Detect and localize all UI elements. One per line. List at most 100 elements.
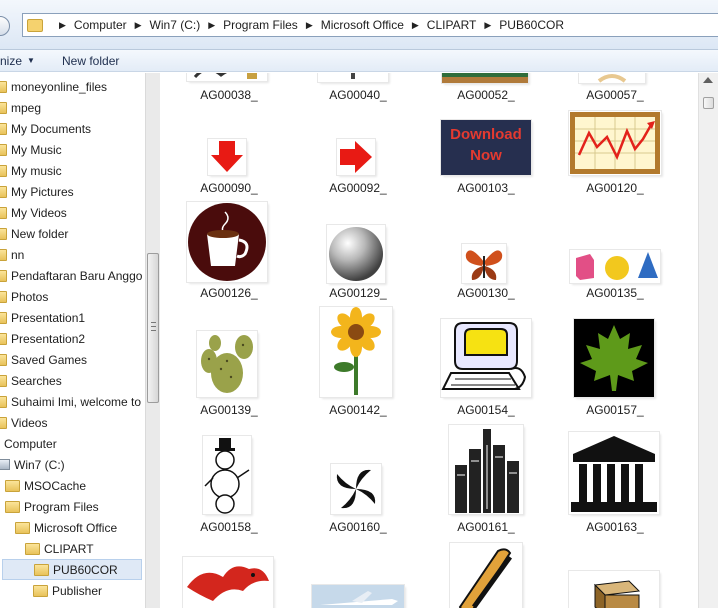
organize-button[interactable]: nize ▼ <box>0 50 35 71</box>
crumb-drive[interactable]: ▶ Win7 (C:) <box>127 14 201 36</box>
sidebar-item-my-pictures[interactable]: My Pictures <box>0 181 74 202</box>
sidebar-item-saved-games[interactable]: Saved Games <box>0 349 87 370</box>
folder-icon <box>0 101 7 114</box>
line-chart-board-icon <box>569 111 661 175</box>
cactus-icon <box>197 331 257 397</box>
sidebar-item-presentation2[interactable]: Presentation2 <box>0 328 85 349</box>
navigation-scrollbar[interactable] <box>145 73 160 608</box>
folder-icon <box>5 479 20 492</box>
city-skyline-icon <box>449 425 523 514</box>
grip-icon <box>151 322 156 331</box>
command-toolbar: nize ▼ New folder <box>0 50 718 72</box>
file-list: AG00038_ AG00040_ AG00052_ AG00057_ AG00… <box>161 73 698 608</box>
file-list-scrollbar-thumb[interactable] <box>703 97 714 109</box>
sidebar-item-new-folder[interactable]: New folder <box>0 223 68 244</box>
scroll-up-arrow-icon[interactable] <box>703 77 713 83</box>
sidebar-item-videos[interactable]: Videos <box>0 412 47 433</box>
butterfly-icon <box>462 244 506 283</box>
sunflower-icon <box>320 307 392 397</box>
folder-icon <box>5 500 20 513</box>
sidebar-item-clipart[interactable]: CLIPART <box>25 538 94 559</box>
folder-icon <box>0 227 7 240</box>
sidebar-item-microsoft-office[interactable]: Microsoft Office <box>15 517 117 538</box>
crumb-pub60cor[interactable]: ▶ PUB60COR <box>476 14 564 36</box>
navigation-pane: moneyonline_files mpeg My Documents My M… <box>0 73 145 608</box>
folder-icon <box>25 542 40 555</box>
chevron-right-icon[interactable]: ▶ <box>59 20 66 31</box>
folder-icon <box>0 80 7 93</box>
sidebar-item-suhaimi[interactable]: Suhaimi Imi, welcome to <box>0 391 141 412</box>
chalkboard-icon <box>442 73 528 83</box>
chevron-right-icon[interactable]: ▶ <box>208 20 215 31</box>
boxes-icon <box>569 571 659 608</box>
right-arrow-icon <box>337 139 375 175</box>
sidebar-item-my-music[interactable]: My Music <box>0 139 62 160</box>
geometric-shapes-icon <box>570 250 660 283</box>
classical-building-icon <box>569 432 659 514</box>
folder-icon <box>0 248 7 261</box>
file-list-scrollbar[interactable] <box>698 73 718 608</box>
folder-icon <box>0 206 7 219</box>
sidebar-item-my-documents[interactable]: My Documents <box>0 118 91 139</box>
sidebar-item-my-videos[interactable]: My Videos <box>0 202 67 223</box>
maple-leaf-icon <box>574 319 654 397</box>
folder-icon <box>0 185 7 198</box>
sidebar-item-nn[interactable]: nn <box>0 244 24 265</box>
partial-clipart-icon <box>579 73 645 83</box>
down-arrow-icon <box>208 139 246 175</box>
crumb-computer[interactable]: ▶ Computer <box>51 14 127 36</box>
folder-icon <box>0 122 7 135</box>
chevron-down-icon: ▼ <box>27 56 35 65</box>
partial-clipart-icon <box>187 73 267 81</box>
sidebar-item-photos[interactable]: Photos <box>0 286 48 307</box>
sidebar-item-moneyonline-files[interactable]: moneyonline_files <box>0 76 107 97</box>
folder-icon <box>33 584 48 597</box>
folder-icon <box>0 290 7 303</box>
computer-cartoon-icon <box>441 319 531 397</box>
coffee-cup-icon <box>187 202 267 282</box>
sidebar-item-publisher[interactable]: Publisher <box>33 580 102 601</box>
sidebar-item-win7-drive[interactable]: Win7 (C:) <box>0 454 65 475</box>
navigation-scrollbar-thumb[interactable] <box>147 253 159 403</box>
folder-icon <box>0 353 7 366</box>
crumb-program-files[interactable]: ▶ Program Files <box>200 14 298 36</box>
crumb-microsoft-office[interactable]: ▶ Microsoft Office <box>298 14 404 36</box>
folder-icon <box>0 416 7 429</box>
sidebar-item-my-music-lower[interactable]: My music <box>0 160 62 181</box>
sidebar-item-mpeg[interactable]: mpeg <box>0 97 41 118</box>
folder-icon <box>15 521 30 534</box>
new-folder-button[interactable]: New folder <box>62 50 119 71</box>
airplane-icon <box>312 585 404 608</box>
crumb-clipart[interactable]: ▶ CLIPART <box>404 14 477 36</box>
spiral-icon <box>331 464 381 514</box>
folder-icon <box>0 332 7 345</box>
folder-icon <box>34 563 49 576</box>
partial-clipart-icon <box>318 73 388 82</box>
folder-icon <box>0 164 7 177</box>
sidebar-item-program-files[interactable]: Program Files <box>5 496 99 517</box>
download-now-button-icon: Download Now <box>441 120 531 175</box>
sidebar-item-pub60cor[interactable]: PUB60COR <box>2 559 142 580</box>
folder-icon <box>0 311 7 324</box>
sidebar-item-searches[interactable]: Searches <box>0 370 62 391</box>
sidebar-item-computer[interactable]: Computer <box>0 433 57 454</box>
dragon-icon <box>183 557 273 608</box>
snowman-icon <box>203 436 251 514</box>
address-bar[interactable]: ▶ Computer ▶ Win7 (C:) ▶ Program Files ▶ Mic… <box>22 13 718 37</box>
back-button[interactable] <box>0 16 10 36</box>
sidebar-item-msocache[interactable]: MSOCache <box>5 475 86 496</box>
chevron-right-icon[interactable]: ▶ <box>484 20 491 31</box>
chevron-right-icon[interactable]: ▶ <box>135 20 142 31</box>
sidebar-item-pendaftaran[interactable]: Pendaftaran Baru Anggo <box>0 265 142 286</box>
drive-icon <box>0 459 10 470</box>
hotdog-icon <box>450 543 522 608</box>
folder-icon <box>0 395 7 408</box>
folder-icon <box>0 374 7 387</box>
sidebar-item-presentation1[interactable]: Presentation1 <box>0 307 85 328</box>
folder-icon <box>27 18 43 32</box>
chevron-right-icon[interactable]: ▶ <box>412 20 419 31</box>
chevron-right-icon[interactable]: ▶ <box>306 20 313 31</box>
folder-icon <box>0 269 7 282</box>
folder-icon <box>0 143 7 156</box>
address-bar-area: ▶ Computer ▶ Win7 (C:) ▶ Program Files ▶ Mic… <box>0 0 718 50</box>
